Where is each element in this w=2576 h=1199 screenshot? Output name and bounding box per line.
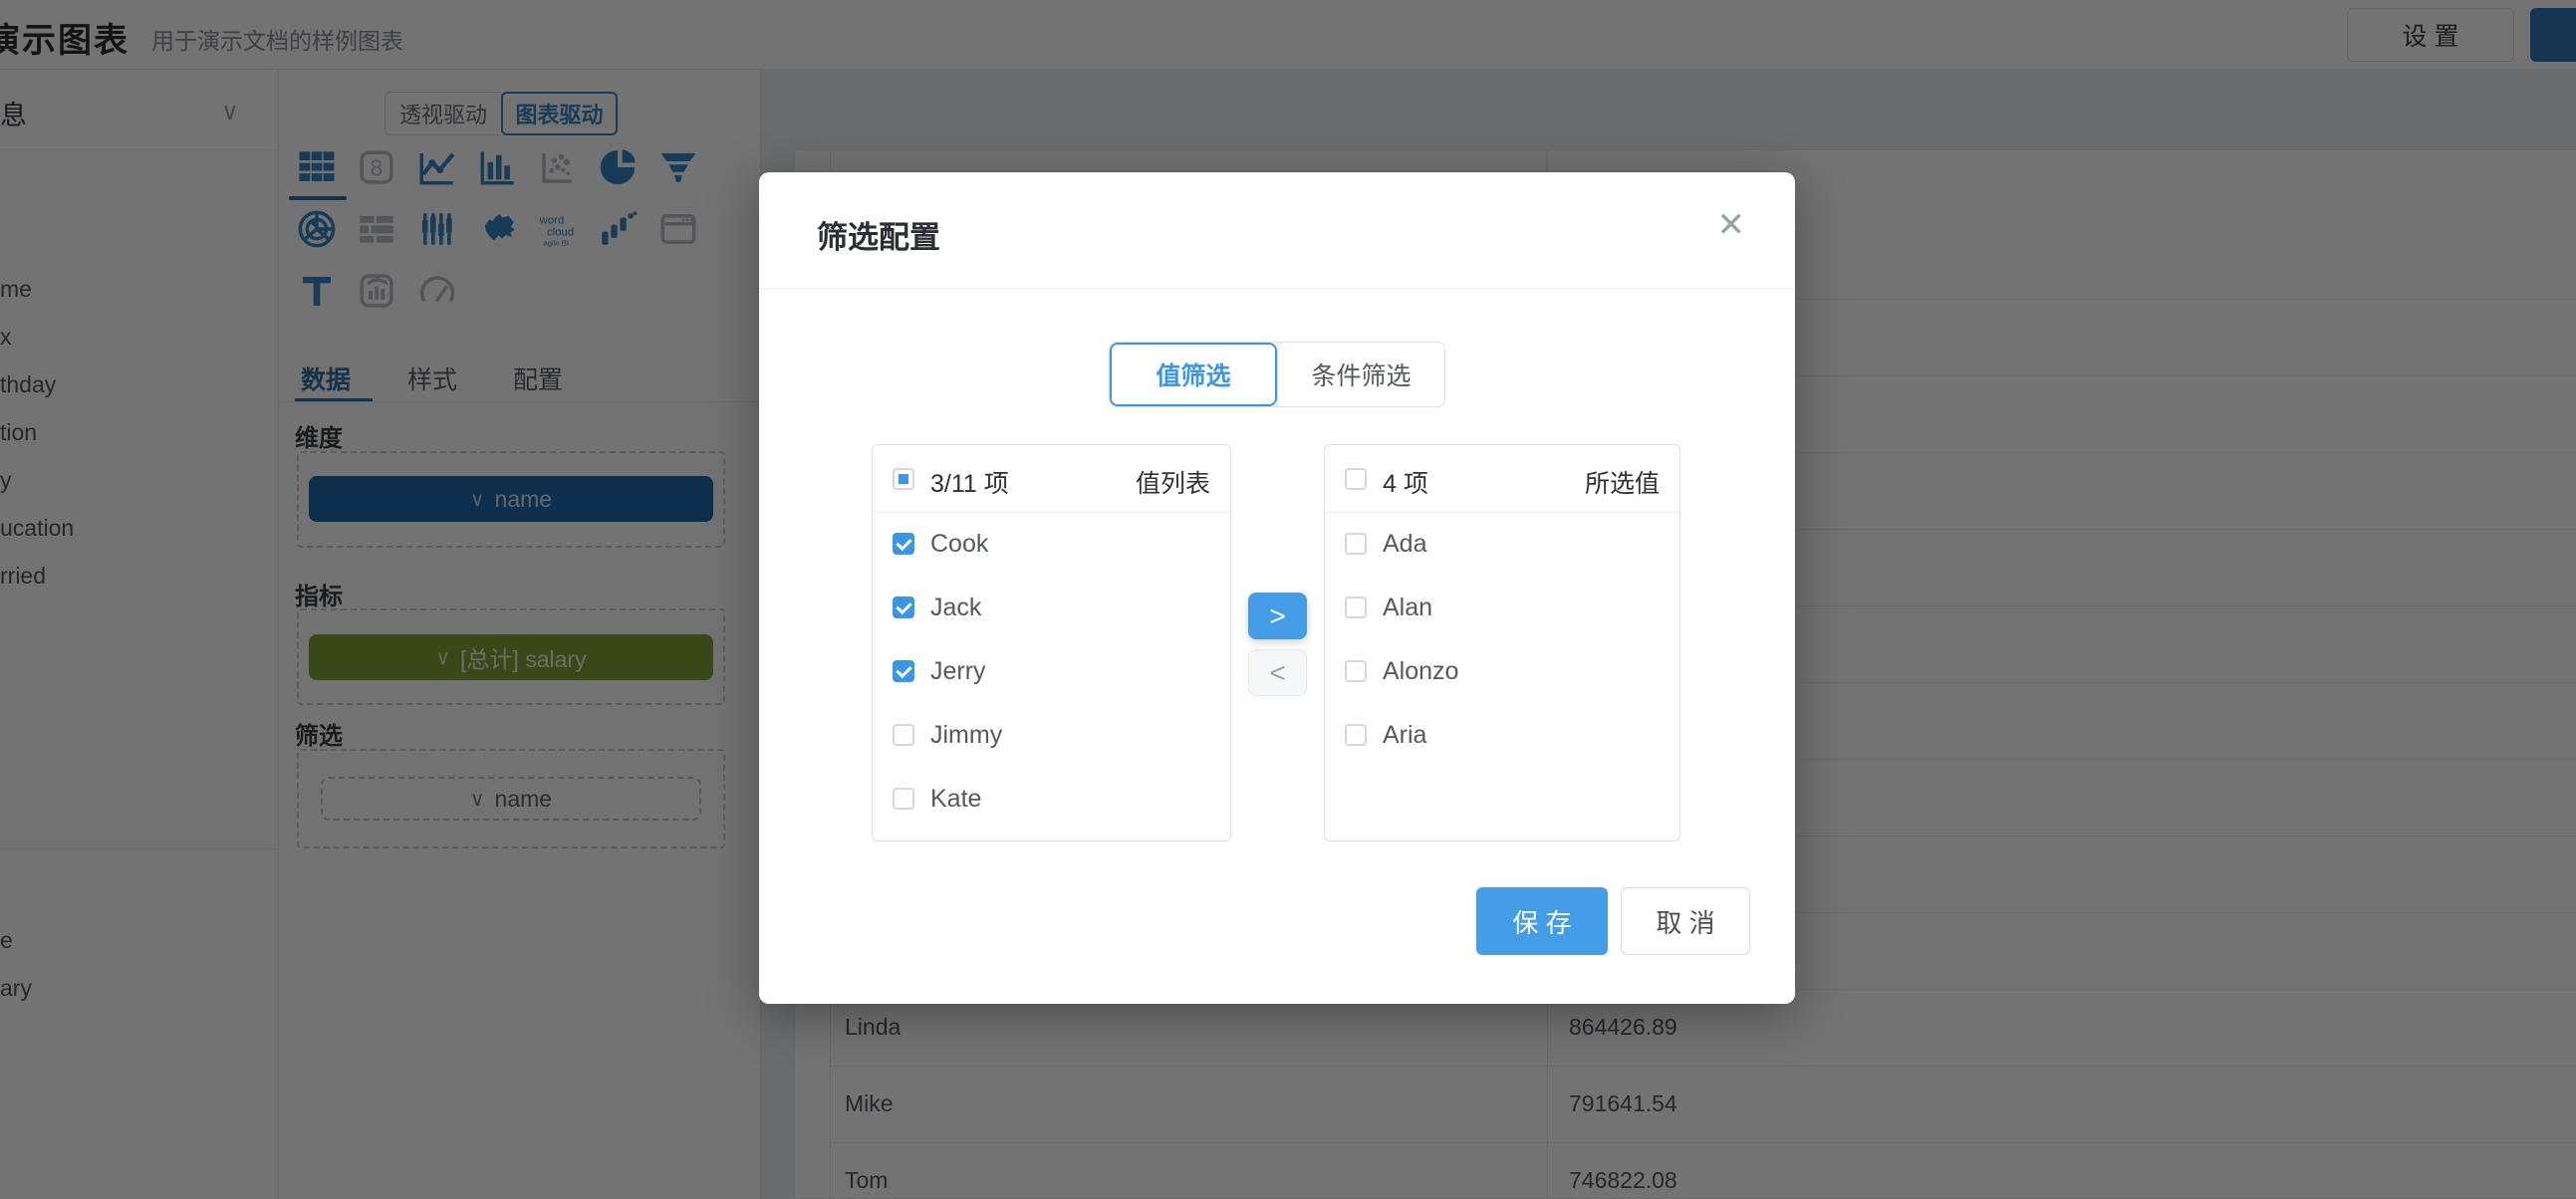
item-label: Jimmy (930, 721, 1002, 750)
filter-config-dialog: 筛选配置 ✕ 值筛选 条件筛选 3/11 项 值列表 Cook Jack Jer… (759, 172, 1795, 1004)
item-label: Kate (930, 785, 981, 814)
selected-values-panel: 4 项 所选值 Ada Alan Alonzo Aria (1324, 444, 1680, 841)
tab-condition-filter[interactable]: 条件筛选 (1277, 343, 1444, 406)
list-item[interactable]: Alan (1325, 577, 1679, 640)
list-item[interactable]: Aria (1325, 704, 1679, 768)
value-list-title: 值列表 (1136, 464, 1210, 500)
item-label: Jack (930, 594, 981, 622)
item-label: Alan (1383, 594, 1432, 622)
list-item[interactable]: Kate (873, 768, 1230, 832)
item-label: Ada (1383, 530, 1426, 559)
checkbox-unchecked[interactable] (1345, 724, 1367, 746)
checkbox-unchecked[interactable] (1345, 660, 1367, 682)
select-all-checkbox[interactable] (1345, 468, 1367, 490)
checkbox-checked[interactable] (893, 660, 914, 682)
selected-values-title: 所选值 (1585, 464, 1660, 500)
dialog-header-divider (759, 288, 1795, 289)
item-label: Jerry (930, 657, 986, 686)
dialog-title: 筛选配置 (817, 212, 940, 257)
close-icon[interactable]: ✕ (1717, 208, 1746, 242)
checkbox-checked[interactable] (893, 533, 914, 555)
item-label: Cook (930, 530, 988, 559)
checkbox-unchecked[interactable] (893, 724, 914, 746)
list-item[interactable]: Jack (873, 577, 1230, 640)
checkbox-unchecked[interactable] (1345, 533, 1367, 555)
checkbox-unchecked[interactable] (893, 788, 914, 810)
selected-values-header: 4 项 所选值 (1325, 445, 1679, 513)
modal-cancel-button[interactable]: 取 消 (1621, 887, 1750, 955)
checkbox-unchecked[interactable] (1345, 597, 1367, 618)
checkbox-checked[interactable] (893, 597, 914, 618)
list-item[interactable]: Alonzo (1325, 640, 1679, 704)
selected-count: 3/11 项 (930, 464, 1009, 500)
tab-value-filter[interactable]: 值筛选 (1110, 343, 1277, 406)
select-all-checkbox[interactable] (893, 468, 914, 490)
modal-save-button[interactable]: 保 存 (1476, 887, 1608, 955)
list-item[interactable]: Jimmy (873, 704, 1230, 768)
move-left-button-disabled[interactable]: < (1248, 649, 1307, 696)
item-label: Alonzo (1383, 657, 1458, 686)
item-label: Aria (1383, 721, 1426, 750)
value-list-panel: 3/11 项 值列表 Cook Jack Jerry Jimmy Kate (872, 444, 1231, 841)
list-item[interactable]: Ada (1325, 513, 1679, 577)
filter-mode-tabs: 值筛选 条件筛选 (1109, 342, 1445, 407)
selected-count: 4 项 (1383, 464, 1428, 500)
list-item[interactable]: Cook (873, 513, 1230, 577)
value-list-header: 3/11 项 值列表 (873, 445, 1230, 513)
move-right-button[interactable]: > (1248, 593, 1307, 639)
list-item[interactable]: Jerry (873, 640, 1230, 704)
